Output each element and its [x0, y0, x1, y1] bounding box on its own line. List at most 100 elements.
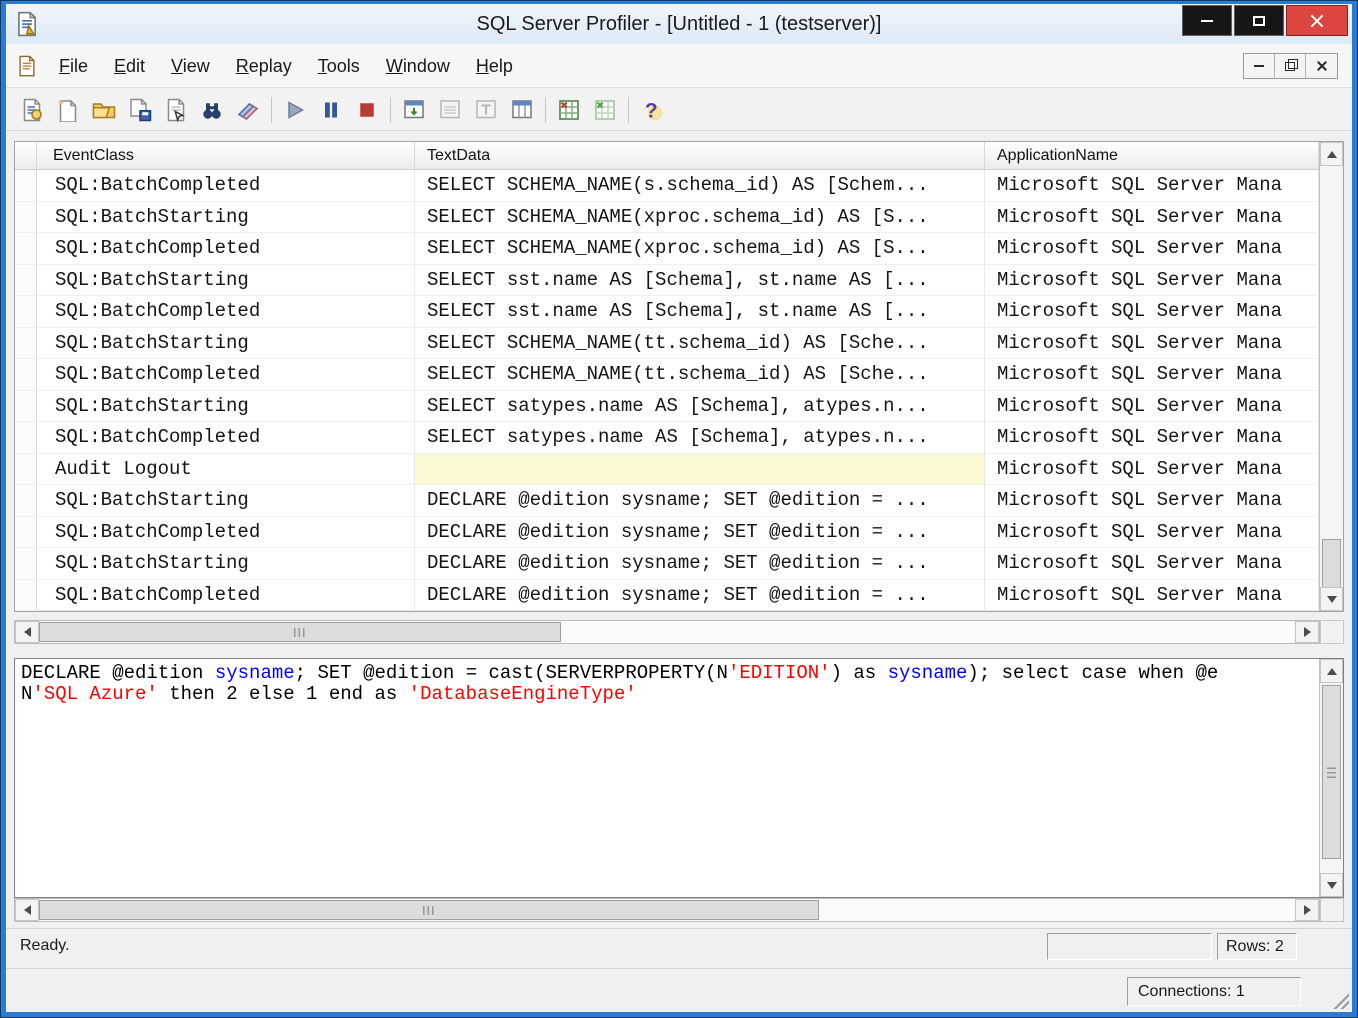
help-button[interactable]: ?: [634, 94, 670, 126]
eventclass-cell: SQL:BatchCompleted: [37, 233, 415, 264]
menu-help[interactable]: Help: [463, 45, 526, 87]
trace-event-row[interactable]: SQL:BatchCompletedSELECT SCHEMA_NAME(tt.…: [15, 359, 1319, 391]
close-button[interactable]: [1286, 5, 1348, 36]
eventclass-cell: SQL:BatchStarting: [37, 202, 415, 233]
open-trace-file-button[interactable]: [86, 94, 122, 126]
textdata-cell: [415, 454, 985, 485]
pause-trace-button[interactable]: [313, 94, 349, 126]
pane-splitter[interactable]: [14, 645, 1344, 658]
toolbar-separator: [545, 97, 546, 123]
detail-hscroll-thumb[interactable]: [39, 900, 819, 920]
detail-vscroll-thumb[interactable]: [1322, 685, 1341, 859]
thumb-gripper-icon: [294, 628, 306, 637]
textdata-cell: SELECT sst.name AS [Schema], st.name AS …: [415, 265, 985, 296]
detail-scroll-left-button[interactable]: [15, 899, 39, 921]
applicationname-cell: Microsoft SQL Server Mana: [985, 580, 1319, 611]
scroll-right-icon: [1304, 905, 1311, 915]
applicationname-cell: Microsoft SQL Server Mana: [985, 485, 1319, 516]
grid-scroll-up-button[interactable]: [1320, 142, 1343, 166]
trace-event-row[interactable]: SQL:BatchCompletedDECLARE @edition sysna…: [15, 517, 1319, 549]
save-trace-button[interactable]: [122, 94, 158, 126]
grid-horizontal-scrollbar[interactable]: [14, 620, 1320, 644]
grid-hscroll-thumb[interactable]: [39, 622, 561, 642]
detail-scroll-up-button[interactable]: [1320, 659, 1343, 683]
detail-scroll-right-button[interactable]: [1295, 899, 1319, 921]
trace-event-row[interactable]: SQL:BatchStartingDECLARE @edition sysnam…: [15, 548, 1319, 580]
detail-vertical-scrollbar[interactable]: [1319, 659, 1343, 897]
applicationname-cell: Microsoft SQL Server Mana: [985, 359, 1319, 390]
new-document-button[interactable]: [50, 94, 86, 126]
grid-vscroll-thumb[interactable]: [1322, 539, 1341, 589]
sql-token: ); select case when @e: [967, 662, 1218, 684]
maximize-button[interactable]: [1234, 5, 1284, 36]
menu-replay[interactable]: Replay: [223, 45, 305, 87]
minimize-button[interactable]: [1182, 5, 1232, 36]
mdi-restore-button[interactable]: [1275, 54, 1306, 78]
trace-event-row[interactable]: SQL:BatchCompletedSELECT SCHEMA_NAME(s.s…: [15, 170, 1319, 202]
scroll-down-icon: [1327, 596, 1337, 603]
textdata-cell: SELECT satypes.name AS [Schema], atypes.…: [415, 422, 985, 453]
menu-tools[interactable]: Tools: [305, 45, 373, 87]
spreadsheet-button[interactable]: [551, 94, 587, 126]
column-header-applicationname[interactable]: ApplicationName: [985, 142, 1319, 169]
trace-event-row[interactable]: SQL:BatchCompletedSELECT SCHEMA_NAME(xpr…: [15, 233, 1319, 265]
trace-event-row[interactable]: SQL:BatchStartingSELECT SCHEMA_NAME(xpro…: [15, 202, 1319, 234]
grid-scroll-right-button[interactable]: [1295, 621, 1319, 643]
clear-trace-window-button[interactable]: [230, 94, 266, 126]
organize-columns-button[interactable]: [504, 94, 540, 126]
toolbar-separator: [271, 97, 272, 123]
find-button[interactable]: [194, 94, 230, 126]
sql-token: then 2 else 1 end as: [158, 683, 409, 705]
grid-scroll-left-button[interactable]: [15, 621, 39, 643]
trace-event-row[interactable]: SQL:BatchStartingSELECT SCHEMA_NAME(tt.s…: [15, 328, 1319, 360]
detail-line-2: N'SQL Azure' then 2 else 1 end as 'Datab…: [21, 684, 1313, 705]
grid-scroll-down-button[interactable]: [1320, 587, 1343, 611]
trace-event-row[interactable]: SQL:BatchCompletedSELECT satypes.name AS…: [15, 422, 1319, 454]
new-trace-button[interactable]: [14, 94, 50, 126]
stop-trace-button[interactable]: [349, 94, 385, 126]
column-header-textdata[interactable]: TextData: [415, 142, 985, 169]
start-trace-button[interactable]: [277, 94, 313, 126]
grid-vertical-scrollbar[interactable]: [1319, 142, 1343, 611]
menu-view[interactable]: View: [158, 45, 223, 87]
detail-horizontal-scrollbar[interactable]: [14, 898, 1320, 922]
applicationname-cell: Microsoft SQL Server Mana: [985, 454, 1319, 485]
grouped-view-button[interactable]: [432, 94, 468, 126]
applicationname-cell: Microsoft SQL Server Mana: [985, 328, 1319, 359]
stop-icon: [355, 98, 379, 122]
row-selector-cell: [15, 454, 37, 485]
grid-hscroll-track[interactable]: [39, 621, 1295, 643]
sql-token: DECLARE @edition: [21, 662, 215, 684]
trace-event-row[interactable]: SQL:BatchStartingSELECT sst.name AS [Sch…: [15, 265, 1319, 297]
trace-event-row[interactable]: SQL:BatchStartingSELECT satypes.name AS …: [15, 391, 1319, 423]
eventclass-cell: SQL:BatchCompleted: [37, 517, 415, 548]
trace-event-row[interactable]: SQL:BatchStartingDECLARE @edition sysnam…: [15, 485, 1319, 517]
row-selector-cell: [15, 391, 37, 422]
menu-edit[interactable]: Edit: [101, 45, 158, 87]
eventclass-cell: SQL:BatchStarting: [37, 265, 415, 296]
trace-properties-button[interactable]: [158, 94, 194, 126]
trace-event-row[interactable]: Audit LogoutMicrosoft SQL Server Mana: [15, 454, 1319, 486]
mdi-close-button[interactable]: [1306, 54, 1337, 78]
menu-file[interactable]: File: [46, 45, 101, 87]
title-bar[interactable]: SQL Server Profiler - [Untitled - 1 (tes…: [6, 4, 1352, 44]
trace-event-row[interactable]: SQL:BatchCompletedDECLARE @edition sysna…: [15, 580, 1319, 612]
minimize-icon: [1201, 20, 1213, 22]
aggregated-view-button[interactable]: [468, 94, 504, 126]
organize-columns-icon: [510, 98, 534, 122]
detail-hscroll-track[interactable]: [39, 899, 1295, 921]
auto-scroll-button[interactable]: [396, 94, 432, 126]
spreadsheet-icon: [557, 98, 581, 122]
sql-token: sysname: [888, 662, 968, 684]
spreadsheet-alt-button[interactable]: [587, 94, 623, 126]
trace-event-row[interactable]: SQL:BatchCompletedSELECT sst.name AS [Sc…: [15, 296, 1319, 328]
maximize-icon: [1253, 16, 1265, 26]
detail-scroll-down-button[interactable]: [1320, 873, 1343, 897]
textdata-cell: SELECT sst.name AS [Schema], st.name AS …: [415, 296, 985, 327]
detail-pane[interactable]: DECLARE @edition sysname; SET @edition =…: [14, 658, 1344, 898]
mdi-minimize-button[interactable]: [1244, 54, 1275, 78]
sql-token: 'SQL Azure': [32, 683, 157, 705]
menu-window[interactable]: Window: [373, 45, 463, 87]
column-header-eventclass[interactable]: EventClass: [37, 142, 415, 169]
resize-grip[interactable]: [1332, 992, 1349, 1009]
